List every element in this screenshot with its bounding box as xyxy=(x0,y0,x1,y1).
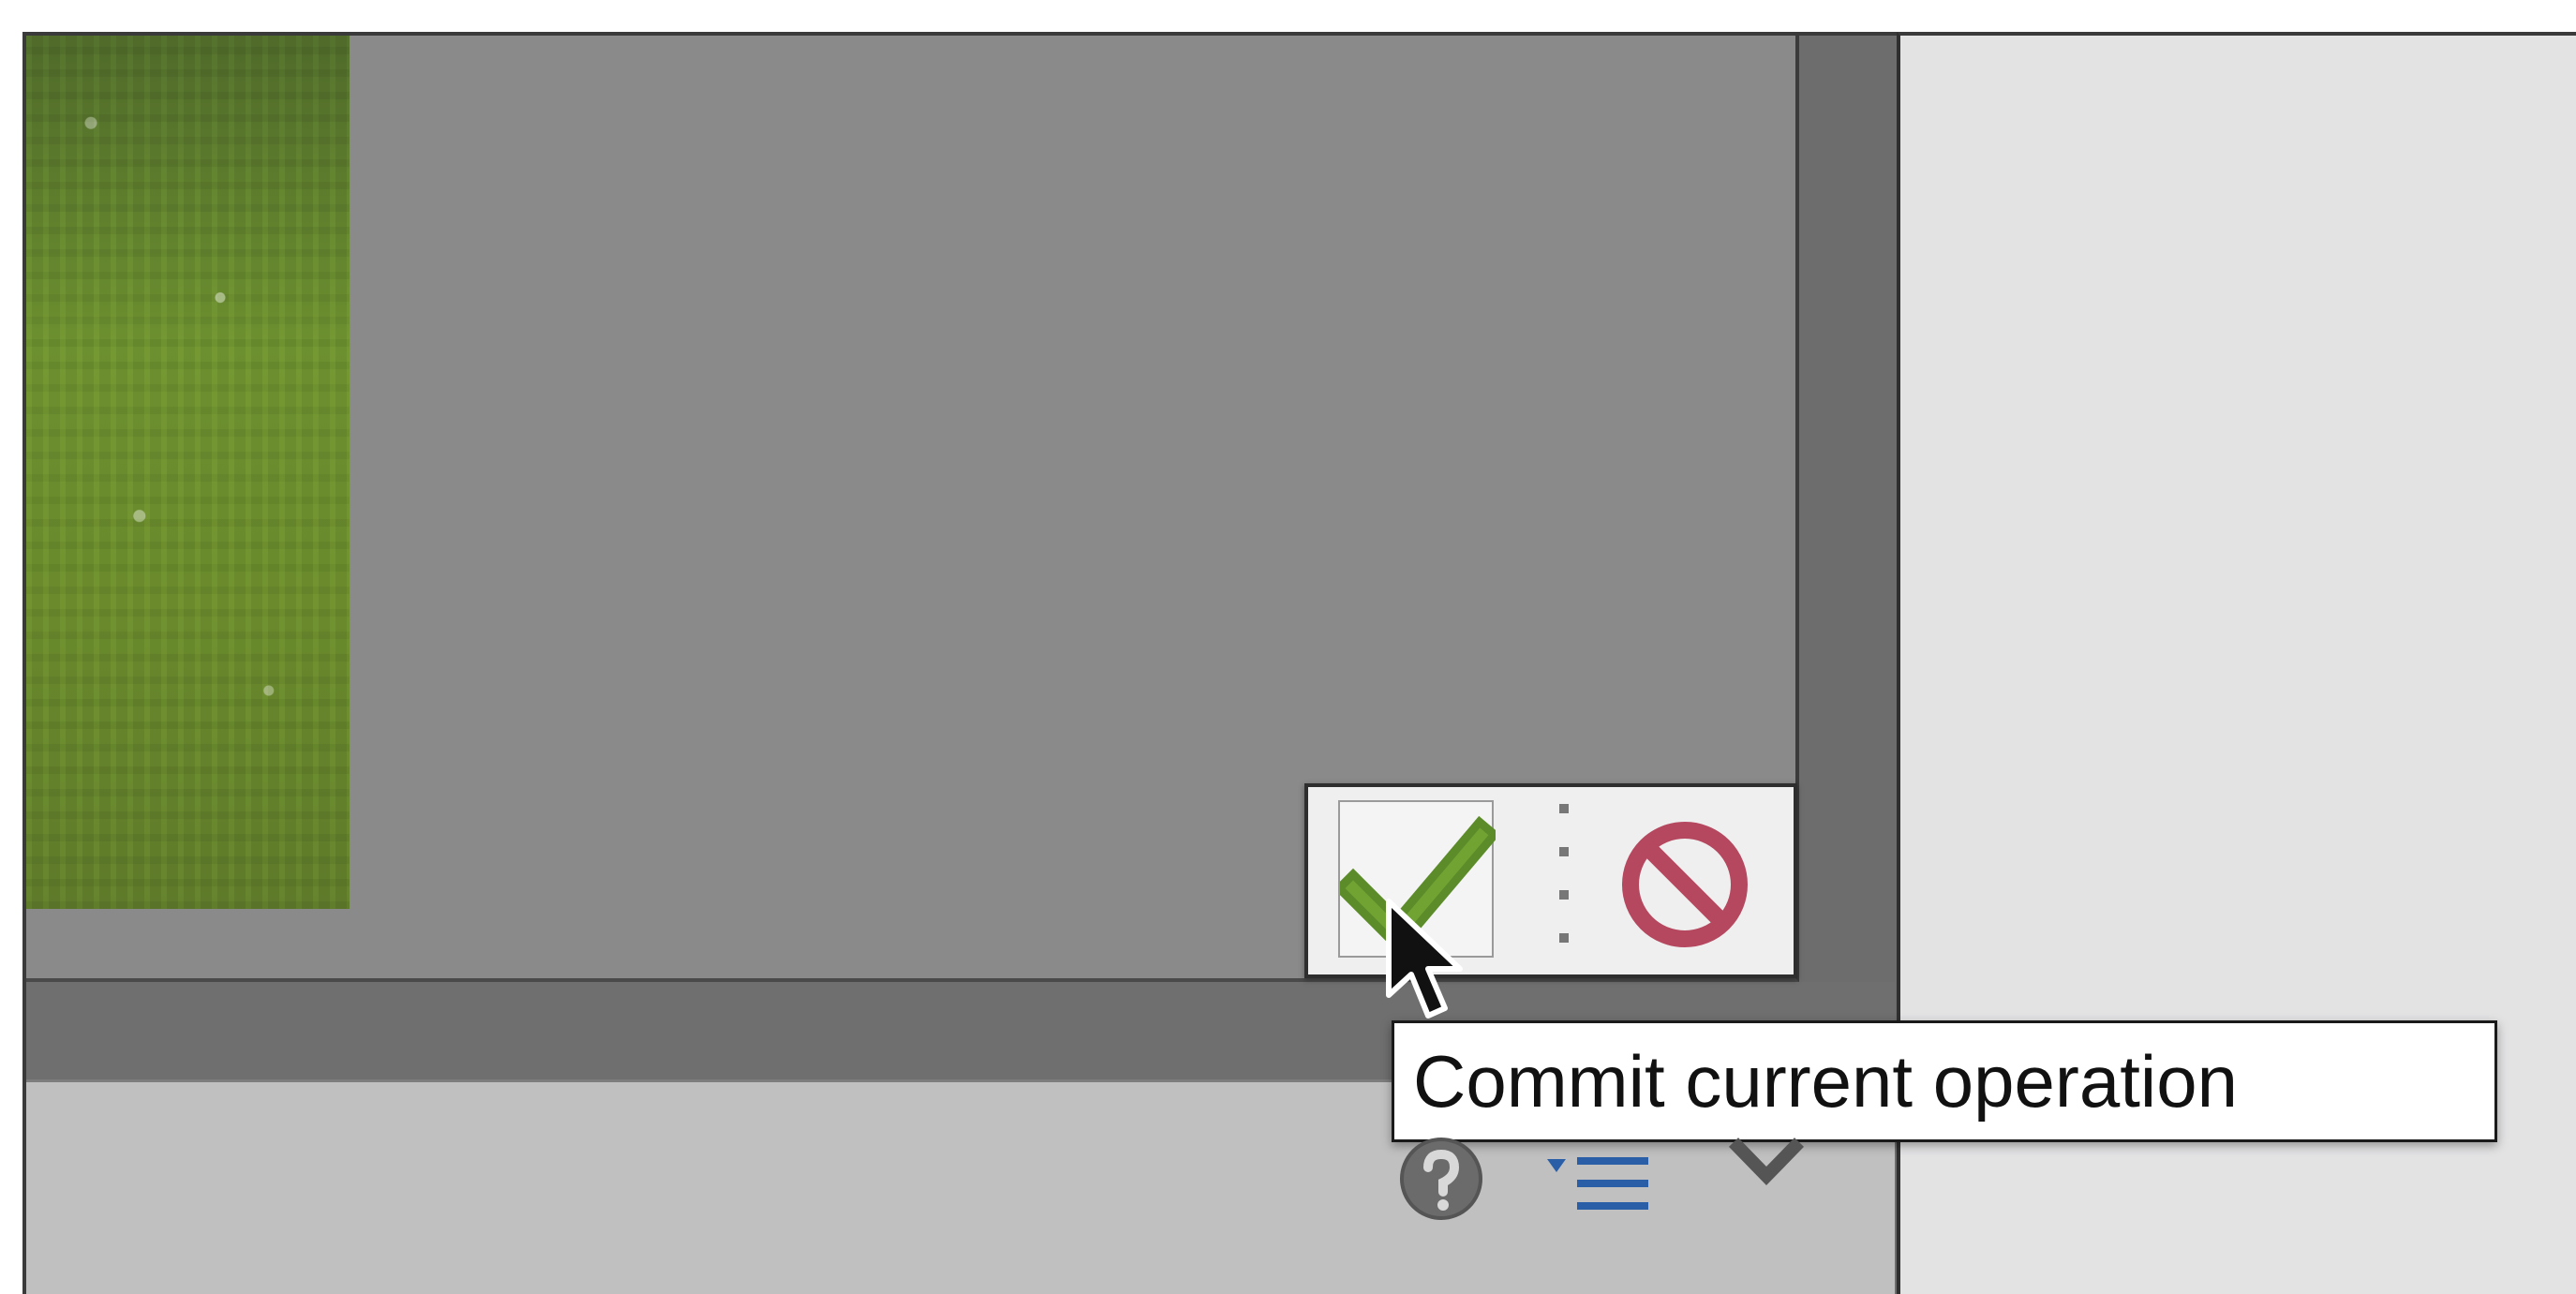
commit-cancel-widget xyxy=(1304,783,1797,978)
image-thumbnail xyxy=(26,36,350,909)
mouse-pointer-icon xyxy=(1386,899,1463,1019)
app-window: Commit current operation xyxy=(0,0,2576,1294)
chevron-down-icon[interactable] xyxy=(1724,1129,1809,1195)
tooltip: Commit current operation xyxy=(1392,1020,2497,1142)
no-entry-icon xyxy=(1622,822,1748,947)
toolbar-separator xyxy=(1559,804,1569,963)
help-icon[interactable] xyxy=(1396,1134,1486,1224)
list-menu-icon[interactable] xyxy=(1541,1148,1654,1223)
cancel-button[interactable] xyxy=(1610,810,1760,959)
